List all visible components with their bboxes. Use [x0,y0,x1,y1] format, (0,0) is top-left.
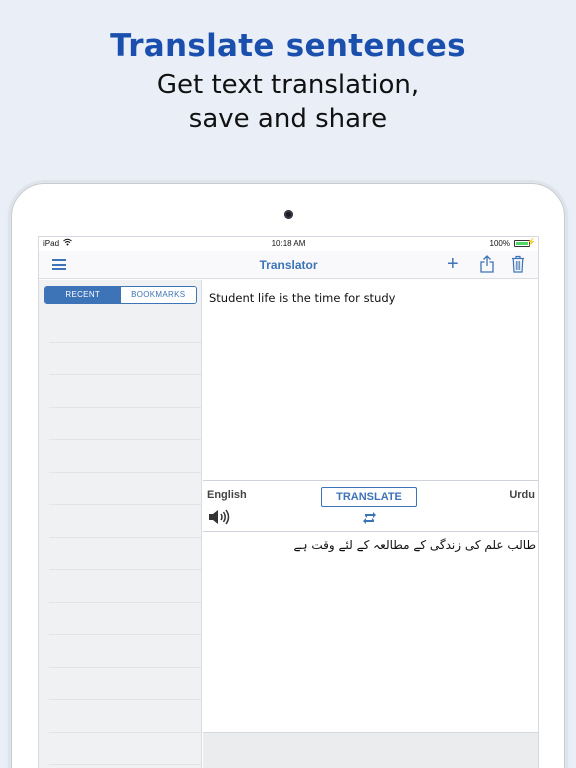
trash-icon[interactable] [511,255,525,278]
list-item [49,473,201,505]
swap-languages-icon[interactable] [362,510,377,531]
list-item [49,375,201,408]
history-segmented-control: RECENT BOOKMARKS [44,286,197,304]
list-item [49,570,201,603]
translated-text: طالب علم کی زندگی کے مطالعہ کے لئے وقت ہ… [293,538,536,552]
status-bar: iPad 10:18 AM 100% ⚡ [39,237,538,251]
plus-icon[interactable]: + [447,254,459,274]
list-item [49,700,201,733]
promo-subline-2: save and share [188,104,388,134]
bottom-bar [203,732,538,768]
battery-percent: 100% [489,239,510,248]
history-sidebar: RECENT BOOKMARKS [39,280,202,768]
list-item [49,603,201,635]
list-item [49,668,201,700]
share-icon[interactable] [480,255,494,278]
app-screen: iPad 10:18 AM 100% ⚡ Translator + RECENT… [38,236,539,768]
list-item [49,408,201,440]
list-item [49,733,201,765]
list-item [49,343,201,375]
charging-icon: ⚡ [527,239,536,246]
source-text: Student life is the time for study [209,291,396,305]
nav-bar: Translator + [39,251,538,279]
camera-icon [284,210,293,219]
speaker-icon[interactable] [208,509,232,530]
source-text-input[interactable]: Student life is the time for study [203,280,538,480]
translation-output: طالب علم کی زندگی کے مطالعہ کے لئے وقت ہ… [203,532,538,732]
target-language-selector[interactable]: Urdu [509,489,535,501]
tab-bookmarks[interactable]: BOOKMARKS [120,287,196,303]
list-item [49,310,201,343]
list-item [49,505,201,538]
tab-recent[interactable]: RECENT [45,287,121,303]
translate-control-bar: English TRANSLATE Urdu [203,480,538,532]
list-item [49,440,201,473]
promo-subline-1: Get text translation, [156,70,420,100]
promo-headline: Translate sentences [110,28,466,64]
nav-title: Translator [259,258,318,272]
history-list [39,310,201,765]
translate-button[interactable]: TRANSLATE [321,487,417,507]
list-item [49,538,201,570]
source-language-selector[interactable]: English [207,489,247,501]
list-item [49,635,201,668]
status-time: 10:18 AM [271,239,306,248]
